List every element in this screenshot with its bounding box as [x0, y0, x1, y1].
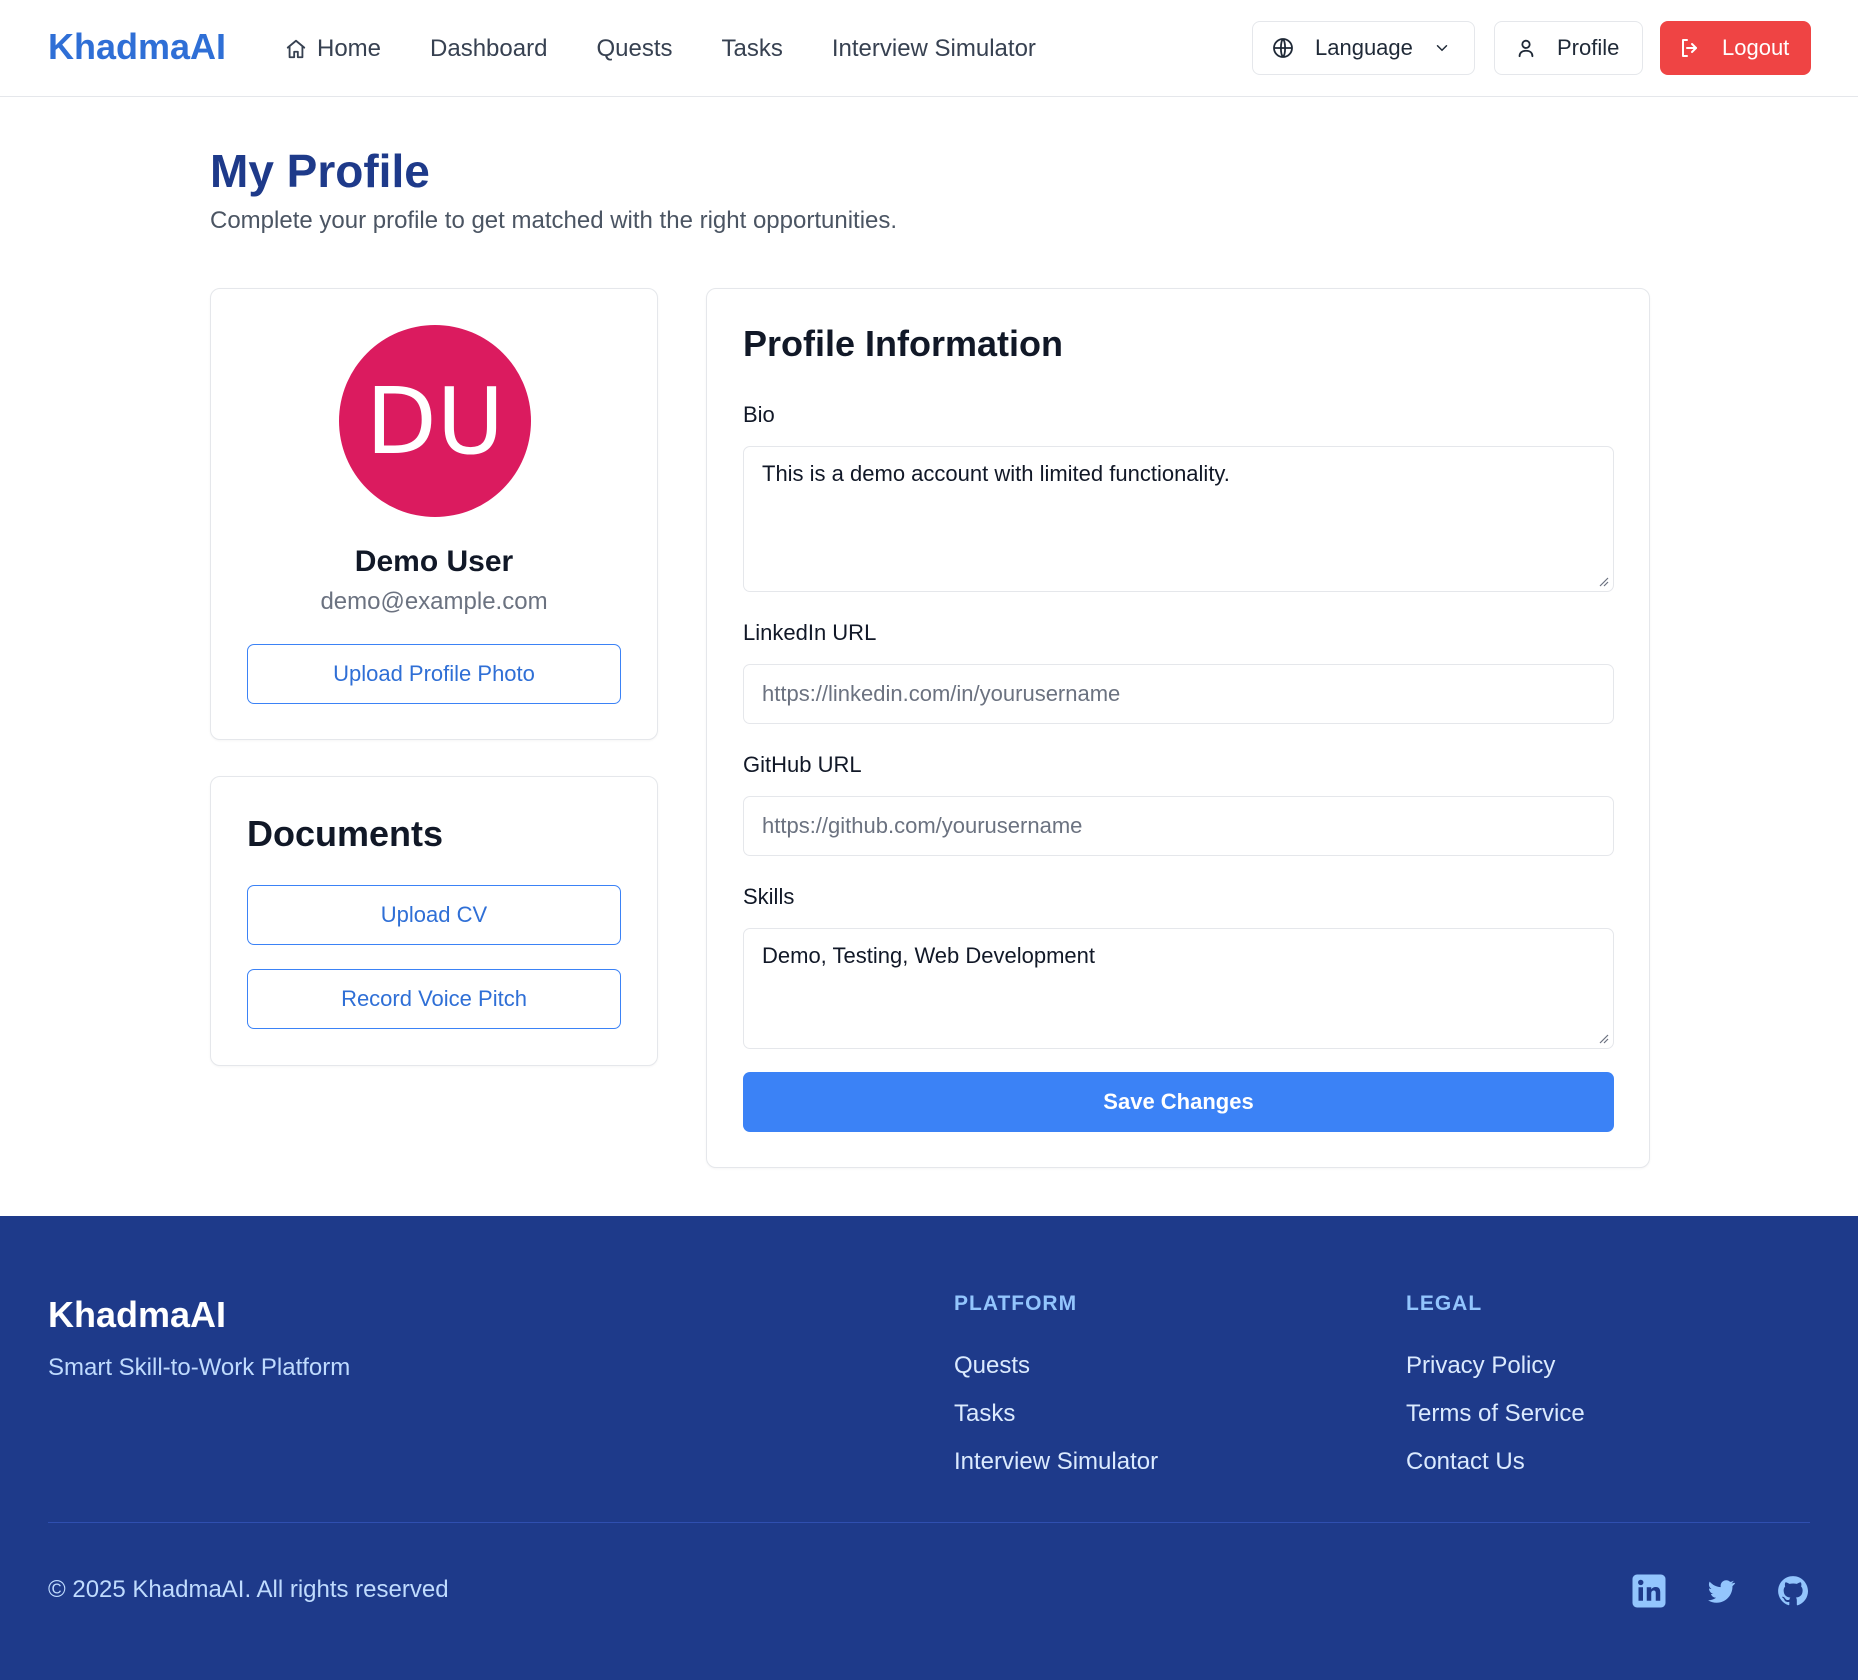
footer-brand: KhadmaAI	[48, 1294, 227, 1335]
github-label: GitHub URL	[743, 752, 862, 777]
footer-platform-column: PLATFORM Quests Tasks Interview Simulato…	[954, 1292, 1158, 1478]
page-subtitle: Complete your profile to get matched wit…	[210, 207, 898, 234]
profile-button[interactable]: Profile	[1494, 21, 1643, 75]
upload-cv-button[interactable]: Upload CV	[247, 885, 621, 945]
bio-label: Bio	[743, 402, 775, 427]
top-navbar: KhadmaAI Home Dashboard Quests Tasks Int…	[0, 0, 1858, 97]
footer-link-tasks[interactable]: Tasks	[954, 1400, 1158, 1430]
nav-home-label: Home	[317, 35, 382, 62]
footer-link-interview-simulator[interactable]: Interview Simulator	[954, 1448, 1158, 1478]
documents-title: Documents	[247, 813, 444, 854]
brand-logo[interactable]: KhadmaAI	[48, 26, 226, 68]
logout-icon	[1682, 39, 1697, 57]
language-dropdown[interactable]: Language	[1252, 21, 1475, 75]
upload-profile-photo-button[interactable]: Upload Profile Photo	[247, 644, 621, 704]
user-icon	[1518, 39, 1534, 58]
footer-link-terms-of-service[interactable]: Terms of Service	[1406, 1400, 1585, 1430]
linkedin-icon[interactable]	[1630, 1572, 1668, 1610]
footer-link-quests[interactable]: Quests	[954, 1352, 1158, 1382]
chevron-down-icon	[1436, 45, 1448, 52]
nav-dashboard[interactable]: Dashboard	[430, 34, 547, 64]
bio-value: This is a demo account with limited func…	[762, 461, 1230, 486]
save-changes-button[interactable]: Save Changes	[743, 1072, 1614, 1132]
resize-handle-icon[interactable]	[1597, 1032, 1609, 1044]
bio-textarea[interactable]: This is a demo account with limited func…	[743, 446, 1614, 592]
user-email: demo@example.com	[320, 588, 548, 615]
footer-platform-heading: PLATFORM	[954, 1292, 1078, 1315]
user-name: Demo User	[354, 545, 514, 578]
profile-label: Profile	[1557, 35, 1620, 60]
footer-legal-heading: LEGAL	[1406, 1292, 1483, 1315]
footer-tagline: Smart Skill-to-Work Platform	[48, 1354, 351, 1381]
linkedin-label: LinkedIn URL	[743, 620, 877, 645]
skills-textarea[interactable]: Demo, Testing, Web Development	[743, 928, 1614, 1049]
github-url-input[interactable]: https://github.com/yourusername	[743, 796, 1614, 856]
profile-information-card: Profile Information Bio This is a demo a…	[706, 288, 1650, 1168]
twitter-icon[interactable]	[1702, 1572, 1740, 1610]
globe-icon	[1273, 38, 1293, 58]
footer-divider	[48, 1522, 1810, 1523]
footer-link-privacy-policy[interactable]: Privacy Policy	[1406, 1352, 1585, 1382]
footer-legal-column: LEGAL Privacy Policy Terms of Service Co…	[1406, 1292, 1585, 1478]
footer: KhadmaAI Smart Skill-to-Work Platform PL…	[0, 1216, 1858, 1680]
logout-button[interactable]: Logout	[1660, 21, 1811, 75]
nav-home[interactable]: Home	[285, 34, 381, 64]
footer-copyright: © 2025 KhadmaAI. All rights reserved	[48, 1576, 449, 1603]
main-nav: Home Dashboard Quests Tasks Interview Si…	[285, 34, 1085, 64]
user-summary-card: DU Demo User demo@example.com Upload Pro…	[210, 288, 658, 740]
profile-information-title: Profile Information	[743, 323, 1064, 364]
nav-tasks[interactable]: Tasks	[721, 34, 782, 64]
record-voice-pitch-button[interactable]: Record Voice Pitch	[247, 969, 621, 1029]
avatar: DU	[339, 325, 531, 517]
home-icon	[286, 39, 306, 59]
skills-label: Skills	[743, 884, 795, 909]
nav-interview-simulator[interactable]: Interview Simulator	[832, 34, 1036, 64]
language-label: Language	[1315, 35, 1413, 60]
skills-value: Demo, Testing, Web Development	[762, 943, 1096, 968]
github-icon[interactable]	[1774, 1572, 1812, 1610]
page-title: My Profile	[210, 145, 430, 197]
documents-card: Documents Upload CV Record Voice Pitch	[210, 776, 658, 1066]
linkedin-url-input[interactable]: https://linkedin.com/in/yourusername	[743, 664, 1614, 724]
nav-quests[interactable]: Quests	[596, 34, 672, 64]
footer-link-contact-us[interactable]: Contact Us	[1406, 1448, 1585, 1478]
logout-label: Logout	[1722, 35, 1790, 60]
resize-handle-icon[interactable]	[1597, 575, 1609, 587]
